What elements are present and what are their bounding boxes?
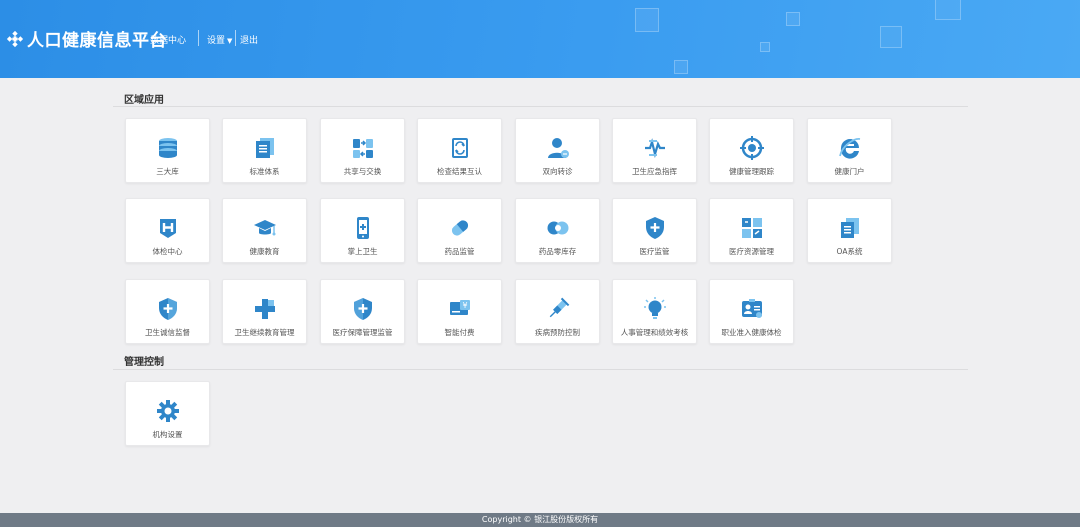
data-center-link[interactable]: 数据中心 [150,33,186,46]
app-tile-label: 药品监管 [444,247,475,256]
patient-transfer-icon [548,138,569,158]
app-tile[interactable]: 药品零库存 [515,198,600,263]
app-tile-label: OA系统 [836,247,863,256]
medical-cross-icon [255,299,275,319]
app-tile[interactable]: 双向转诊 [515,118,600,183]
oa-document-icon [841,218,859,238]
mobile-medical-icon [357,217,369,239]
app-tile[interactable]: 医疗监管 [612,198,697,263]
app-tile[interactable]: 医疗资源管理 [709,198,794,263]
app-tile[interactable]: 检查结果互认 [417,118,502,183]
app-tile[interactable]: 卫生继续教育管理 [222,279,307,344]
app-tile-label: 卫生诚信监督 [145,328,190,337]
section-title-regional-apps: 区域应用 [124,95,164,106]
app-tile[interactable]: 人事管理和绩效考核 [612,279,697,344]
app-tile-label: 掌上卫生 [347,247,378,256]
app-tile[interactable]: 三大库 [125,118,210,183]
app-title: 人口健康信息平台 [27,31,167,51]
app-tile[interactable]: 卫生应急指挥 [612,118,697,183]
decor-square [635,8,659,32]
section-divider [113,369,968,370]
settings-menu[interactable]: 设置 ▼ [207,33,232,46]
sync-doc-icon [452,138,468,158]
shield-check-icon [159,298,177,320]
app-tile-label: 人事管理和绩效考核 [620,328,689,337]
app-tile[interactable]: 机构设置 [125,381,210,446]
exchange-icon [353,139,373,158]
hospital-h-icon [160,219,176,238]
app-tile-label: 三大库 [156,167,179,176]
app-tile-label: 医疗资源管理 [729,247,774,256]
app-tile-label: 医疗监管 [639,247,670,256]
decor-square [674,60,688,74]
ie-browser-icon [839,138,861,159]
decor-square [760,42,770,52]
svg-text:¥: ¥ [462,301,467,310]
section-title-management: 管理控制 [124,357,164,368]
syringe-icon [549,297,570,318]
id-card-icon [742,299,762,318]
pill-icon [451,220,469,236]
nav-divider [235,30,236,46]
app-tile-label: 医疗保障管理监管 [332,328,393,337]
capsule-ring-icon [547,221,569,235]
app-tile-label: 共享与交换 [343,167,382,176]
app-tile[interactable]: 共享与交换 [320,118,405,183]
app-tile-label: 卫生继续教育管理 [234,328,295,337]
shield-cross-icon [646,217,664,239]
gear-icon [157,400,179,422]
app-tile-label: 智能付费 [444,328,475,337]
target-icon [740,136,764,160]
app-tile-label: 疾病预防控制 [535,328,580,337]
app-tile[interactable]: 药品监管 [417,198,502,263]
app-tile-label: 药品零库存 [538,247,577,256]
graduation-cap-icon [254,220,276,236]
app-tile-label: 健康门户 [834,167,865,176]
app-tile[interactable]: 体检中心 [125,198,210,263]
nav-divider [198,30,199,46]
app-tile[interactable]: 掌上卫生 [320,198,405,263]
app-tile-label: 卫生应急指挥 [632,167,677,176]
chevron-down-icon: ▼ [227,37,233,45]
app-tile-label: 检查结果互认 [437,167,482,176]
section-divider [113,106,968,107]
payment-ticket-icon: ¥ [450,300,470,315]
app-tile[interactable]: 健康门户 [807,118,892,183]
decor-square [786,12,800,26]
app-tile[interactable]: 职业准入健康体检 [709,279,794,344]
app-tile-label: 健康教育 [249,247,280,256]
decor-square [935,0,961,20]
cross-logo-icon [6,30,24,47]
document-stack-icon [256,138,274,158]
decor-square [880,26,902,48]
app-tile[interactable]: 医疗保障管理监管 [320,279,405,344]
settings-label: 设置 [207,36,226,46]
top-header: 人口健康信息平台 数据中心 设置 ▼ 退出 [0,0,1080,78]
resource-grid-icon [742,218,762,238]
app-tile-label: 标准体系 [249,167,280,176]
app-tile[interactable]: OA系统 [807,198,892,263]
app-tile-label: 健康管理跟踪 [729,167,774,176]
app-tile[interactable]: 卫生诚信监督 [125,279,210,344]
logout-link[interactable]: 退出 [240,33,258,46]
app-tile[interactable]: 疾病预防控制 [515,279,600,344]
app-tile-label: 机构设置 [152,430,183,439]
emergency-pulse-icon [645,138,665,159]
app-tile[interactable]: ¥ 智能付费 [417,279,502,344]
shield-plus-icon [354,298,372,320]
footer-copyright: Copyright © 银江股份版权所有 [0,513,1080,527]
lightbulb-icon [644,297,666,319]
app-tile[interactable]: 健康教育 [222,198,307,263]
app-tile[interactable]: 标准体系 [222,118,307,183]
app-tile-label: 双向转诊 [542,167,573,176]
database-stack-icon [159,138,177,158]
app-tile[interactable]: 健康管理跟踪 [709,118,794,183]
brand[interactable]: 人口健康信息平台 [6,26,167,51]
app-tile-label: 职业准入健康体检 [721,328,782,337]
app-tile-label: 体检中心 [152,247,183,256]
